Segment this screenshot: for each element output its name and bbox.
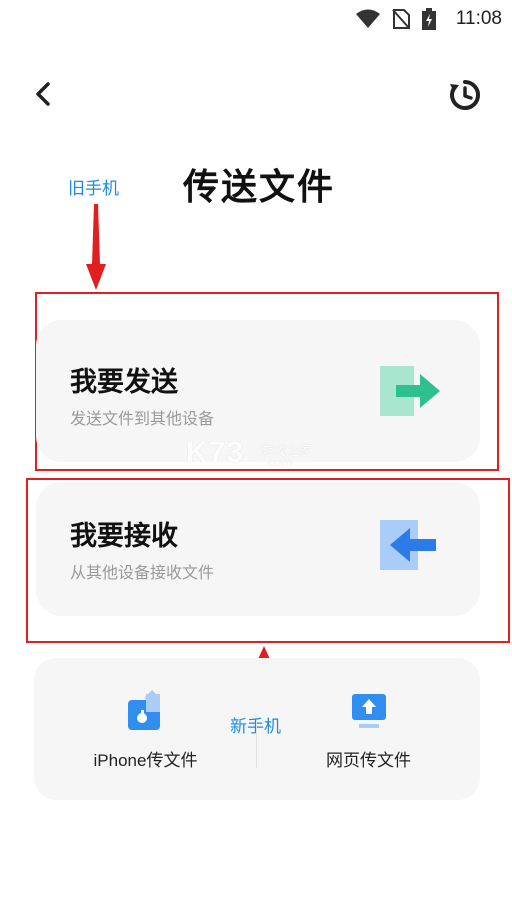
iphone-transfer-label: iPhone传文件: [93, 751, 198, 770]
chevron-left-icon: [36, 82, 50, 106]
web-transfer-button[interactable]: 网页传文件: [257, 658, 480, 800]
web-upload-icon: [351, 694, 386, 728]
receive-arrow-icon: [380, 520, 436, 570]
iphone-transfer-button[interactable]: iPhone传文件: [34, 658, 257, 800]
status-bar: 11:08: [0, 0, 512, 36]
iphone-transfer-icon: [127, 690, 160, 730]
watermark-domain: .com: [264, 454, 293, 469]
receive-card-subtitle: 从其他设备接收文件: [70, 563, 215, 582]
send-card-subtitle: 发送文件到其他设备: [70, 409, 215, 428]
send-arrow-icon: [380, 366, 440, 416]
annotation-old-phone: 旧手机: [68, 179, 119, 199]
bottom-options-panel: iPhone传文件 新手机 网页传文件: [34, 658, 480, 800]
receive-card-title: 我要接收: [70, 521, 178, 552]
history-button[interactable]: [448, 78, 482, 112]
red-arrow-down-icon: [86, 204, 106, 290]
back-button[interactable]: [28, 78, 60, 110]
receive-card[interactable]: 我要接收 从其他设备接收文件: [36, 482, 480, 616]
web-transfer-label: 网页传文件: [326, 751, 411, 770]
send-card-title: 我要发送: [70, 367, 178, 398]
watermark-brand: K73: [186, 436, 245, 469]
history-clock-icon: [450, 80, 481, 110]
watermark: K73 游戏之家 .com: [186, 436, 326, 472]
battery-icon: [422, 8, 436, 30]
status-icons: [356, 8, 436, 30]
sim-card-icon: [392, 9, 410, 29]
status-time: 11:08: [455, 8, 502, 29]
wifi-icon: [356, 9, 380, 28]
